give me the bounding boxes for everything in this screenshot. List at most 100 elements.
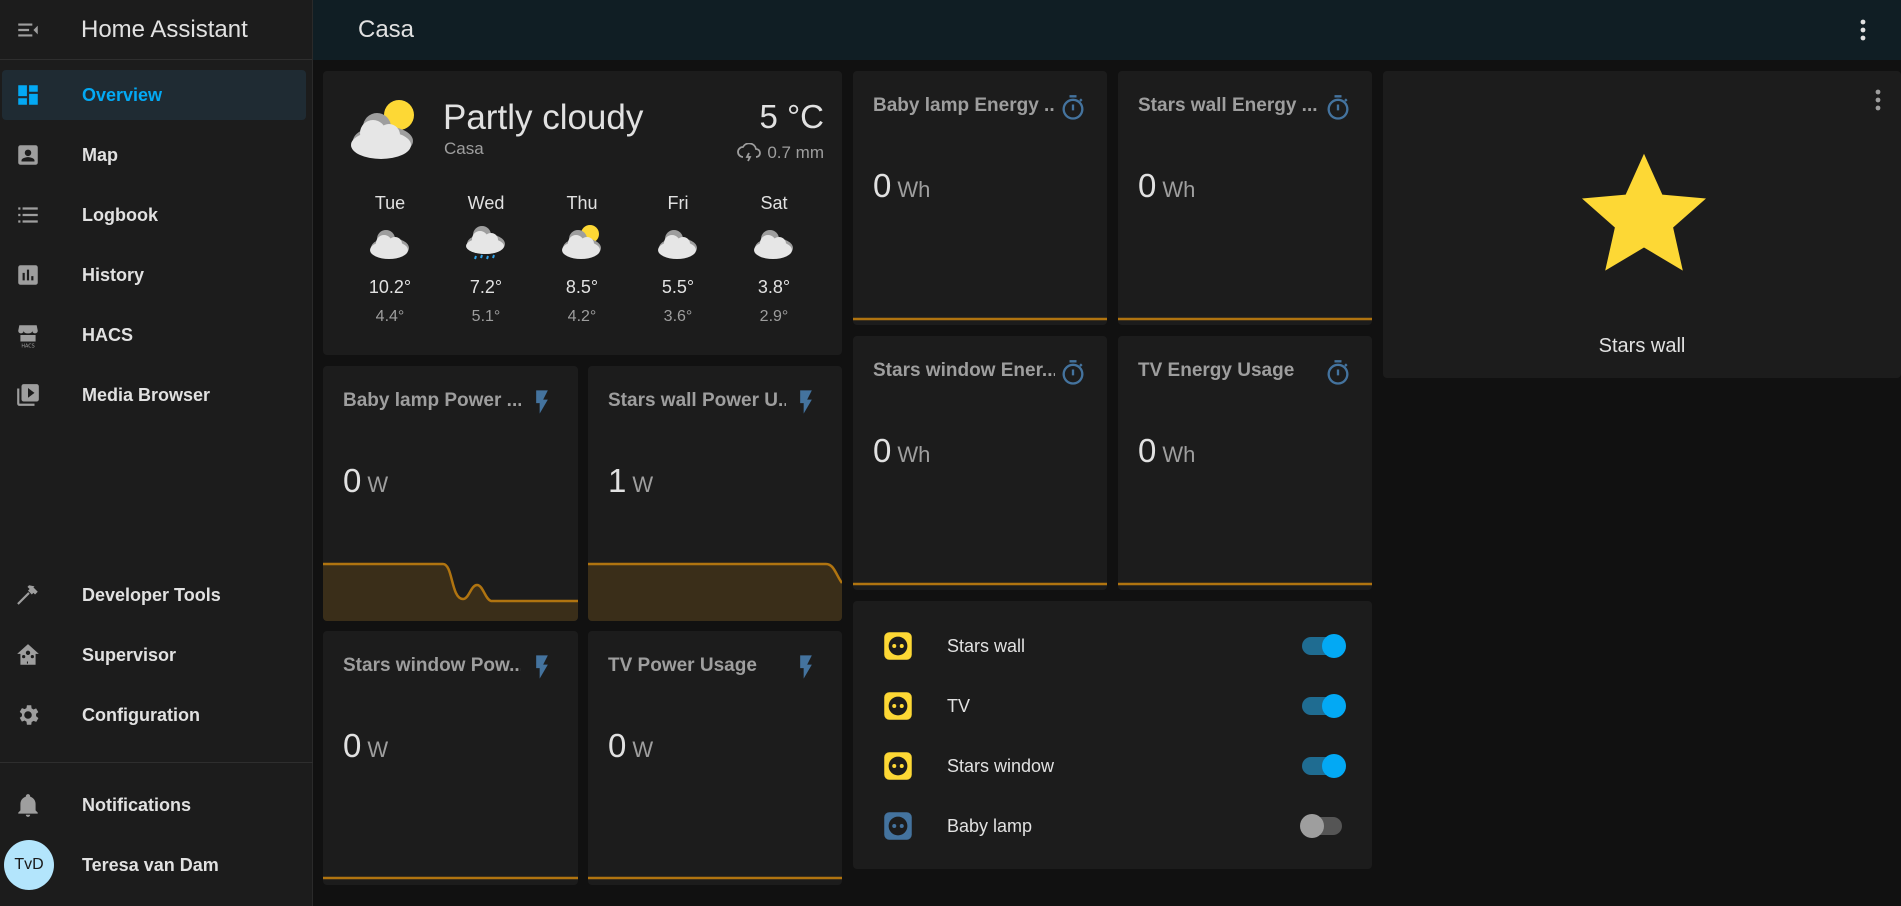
entity-toggle[interactable] [1300,634,1346,658]
entity-row-tv[interactable]: TV [853,681,1372,731]
sensor-value: 0W [343,462,389,499]
home-assistant-app: Home Assistant Overview Map Logbook Hist [0,0,1901,906]
power-socket-icon [884,812,912,840]
button-card-label: Stars wall [1598,335,1686,357]
sensor-card-tv-energy[interactable]: TV Energy Usage 0 Wh [1118,336,1372,590]
account-box-icon [2,142,54,168]
entity-toggle[interactable] [1300,754,1346,778]
sensor-card-baby-lamp-power[interactable]: Baby lamp Power ... 0W [323,366,578,621]
sidebar-item-label: History [82,264,145,285]
sensor-title: TV Energy Usage [1138,360,1295,381]
flash-icon [536,655,548,679]
hammer-icon [2,582,54,608]
sidebar-divider [0,762,313,763]
sidebar: Home Assistant Overview Map Logbook Hist [0,0,313,906]
timer-icon [1062,360,1084,385]
sensor-value: 0 Wh [873,432,931,469]
sidebar-item-developer-tools[interactable]: Developer Tools [2,570,306,620]
entities-card: Stars wall TV Stars window Baby lamp [853,601,1372,869]
app-title: Home Assistant [81,15,248,43]
history-graph [853,582,1107,586]
sensor-card-stars-wall-power[interactable]: Stars wall Power U... 1W [588,366,842,621]
partly-cloudy-icon [562,225,601,259]
sensor-card-stars-wall-energy[interactable]: Stars wall Energy ... 0 Wh [1118,71,1372,325]
forecast-day-label: Tue [374,193,406,213]
sidebar-item-label: Overview [82,84,163,105]
sidebar-item-label: Supervisor [82,644,177,665]
svg-text:HACS: HACS [21,343,34,348]
entity-name: Stars window [947,755,1055,776]
menu-collapse-icon[interactable] [0,0,56,60]
sensor-card-stars-window-power[interactable]: Stars window Pow... 0W [323,631,578,885]
sensor-card-tv-power[interactable]: TV Power Usage 0W [588,631,842,885]
entity-name: TV [947,695,971,716]
entity-row-stars-window[interactable]: Stars window [853,741,1372,791]
flash-icon [800,655,812,679]
forecast-high: 7.2° [469,277,503,297]
home-assistant-icon [2,642,54,668]
sidebar-item-label: Map [82,144,118,165]
view-dashboard-icon [2,82,54,108]
sidebar-item-overview[interactable]: Overview [2,70,306,120]
weather-card[interactable]: Partly cloudy Casa 5 °C 0.7 mm Tue 10.2°… [323,71,842,355]
entity-row-stars-wall[interactable]: Stars wall [853,621,1372,671]
chart-box-icon [2,262,54,288]
entity-toggle[interactable] [1300,694,1346,718]
weather-precipitation: 0.7 mm [737,143,824,163]
avatar: TvD [4,840,54,890]
forecast-day: Tue 10.2° 4.4° [355,193,425,326]
weather-temperature: 5 °C [759,98,824,135]
dots-vertical-icon[interactable] [1873,89,1883,113]
flash-icon [800,390,812,414]
entity-toggle[interactable] [1300,814,1346,838]
sensor-card-baby-lamp-energy[interactable]: Baby lamp Energy ... 0 Wh [853,71,1107,325]
play-box-multiple-icon [2,382,54,408]
sidebar-item-hacs[interactable]: HACS HACS [2,310,306,360]
top-app-bar: Casa [313,0,1901,60]
sidebar-item-map[interactable]: Map [2,130,306,180]
timer-icon [1062,95,1084,120]
flash-icon [536,390,548,414]
bell-icon [2,792,54,818]
history-graph [323,876,578,880]
sensor-value: 0W [608,727,654,764]
forecast-day: Sat 3.8° 2.9° [739,193,809,326]
weather-condition: Partly cloudy [443,98,644,137]
forecast-day: Wed 7.2° 5.1° [451,193,521,326]
sidebar-item-media-browser[interactable]: Media Browser [2,370,306,420]
sidebar-item-supervisor[interactable]: Supervisor [2,630,306,680]
button-card-stars-wall[interactable]: Stars wall [1383,71,1901,378]
sidebar-item-history[interactable]: History [2,250,306,300]
timer-icon [1327,360,1349,385]
sidebar-item-label: Configuration [82,704,200,725]
sensor-value: 0 Wh [1138,167,1196,204]
sensor-value: 0W [343,727,389,764]
forecast-low: 5.1° [471,308,501,325]
sidebar-item-label: HACS [82,324,134,345]
sensor-title: Stars wall Energy ... [1138,95,1318,116]
history-graph [1118,582,1372,586]
sensor-title: Baby lamp Energy ... [873,95,1055,116]
sidebar-item-logbook[interactable]: Logbook [2,190,306,240]
notifications-label: Notifications [82,794,192,815]
star-icon [1582,153,1706,271]
sensor-title: Baby lamp Power ... [343,390,521,411]
entity-row-baby-lamp[interactable]: Baby lamp [853,801,1372,851]
forecast-low: 2.9° [759,308,789,325]
history-graph [588,562,842,621]
sidebar-item-notifications[interactable]: Notifications [2,780,306,830]
sensor-title: Stars window Pow... [343,655,521,676]
sensor-value: 1W [608,462,654,499]
forecast-day-label: Fri [667,193,689,213]
sidebar-item-configuration[interactable]: Configuration [2,690,306,740]
forecast-day-label: Thu [566,193,598,213]
rainy-icon [466,226,505,260]
precipitation-value: 0.7 mm [767,143,824,162]
cloudy-icon [370,230,409,259]
history-graph [588,876,842,880]
sensor-card-stars-window-energy[interactable]: Stars window Ener... 0 Wh [853,336,1107,590]
sidebar-item-profile[interactable]: TvD Teresa van Dam [2,840,306,890]
dots-vertical-icon[interactable] [1851,16,1875,44]
page-title: Casa [358,16,415,43]
forecast-high: 5.5° [661,277,695,297]
